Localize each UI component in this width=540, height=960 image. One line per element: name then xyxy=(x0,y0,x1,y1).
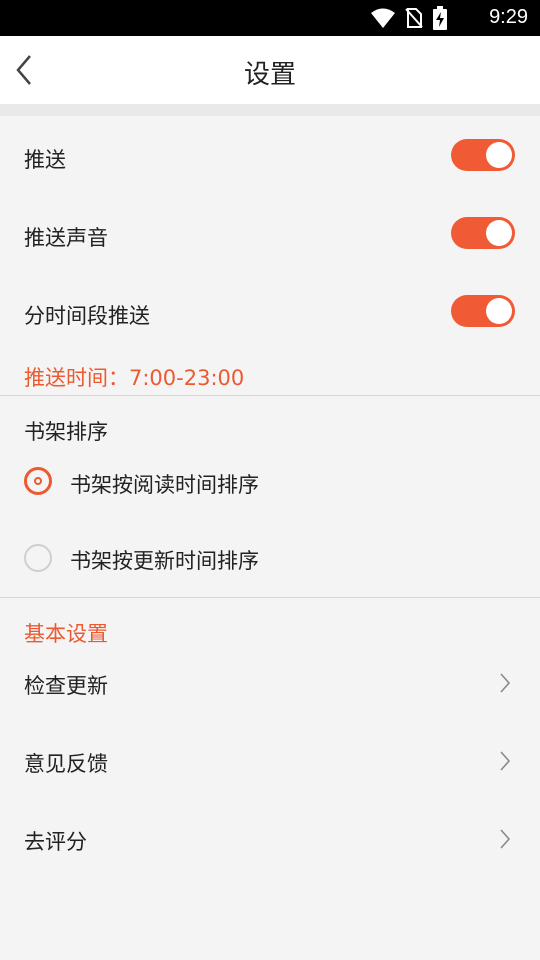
wifi-icon xyxy=(371,8,395,28)
push-label: 推送 xyxy=(24,148,66,172)
sort-by-update-time-label: 书架按更新时间排序 xyxy=(70,549,259,573)
app-bar: 设置 xyxy=(0,36,540,104)
sort-by-read-time[interactable]: 书架按阅读时间排序 xyxy=(0,452,540,512)
switch-knob xyxy=(486,142,512,168)
chevron-right-icon xyxy=(500,751,511,771)
status-time: 9:29 xyxy=(489,6,528,28)
feedback-row[interactable]: 意见反馈 xyxy=(0,730,540,792)
push-sound-label: 推送声音 xyxy=(24,226,108,250)
radio-selected[interactable] xyxy=(24,467,52,495)
header-gap xyxy=(0,104,540,116)
sort-by-update-time[interactable]: 书架按更新时间排序 xyxy=(0,528,540,588)
divider xyxy=(0,597,540,598)
feedback-label: 意见反馈 xyxy=(24,752,108,776)
timed-push-label: 分时间段推送 xyxy=(24,304,150,328)
basic-settings-title: 基本设置 xyxy=(24,622,108,646)
push-time-text[interactable]: 推送时间：7:00-23:00 xyxy=(24,362,244,392)
rate-label: 去评分 xyxy=(24,830,87,854)
push-sound-row[interactable]: 推送声音 xyxy=(0,194,540,272)
radio-unselected[interactable] xyxy=(24,544,52,572)
rate-row[interactable]: 去评分 xyxy=(0,808,540,870)
bookshelf-sort-title: 书架排序 xyxy=(24,420,108,444)
push-switch[interactable] xyxy=(451,139,515,171)
push-sound-switch[interactable] xyxy=(451,217,515,249)
timed-push-switch[interactable] xyxy=(451,295,515,327)
no-sim-icon xyxy=(405,8,423,28)
page-title: 设置 xyxy=(243,60,296,90)
battery-charging-icon xyxy=(433,6,447,30)
timed-push-row[interactable]: 分时间段推送 xyxy=(0,272,540,350)
status-icons xyxy=(370,6,448,30)
check-update-row[interactable]: 检查更新 xyxy=(0,652,540,714)
chevron-right-icon xyxy=(500,673,511,693)
switch-knob xyxy=(486,298,512,324)
sort-by-read-time-label: 书架按阅读时间排序 xyxy=(70,473,259,497)
switch-knob xyxy=(486,220,512,246)
push-row[interactable]: 推送 xyxy=(0,116,540,194)
check-update-label: 检查更新 xyxy=(24,674,108,698)
status-bar: 9:29 xyxy=(0,0,540,36)
divider xyxy=(0,395,540,396)
chevron-right-icon xyxy=(500,829,511,849)
